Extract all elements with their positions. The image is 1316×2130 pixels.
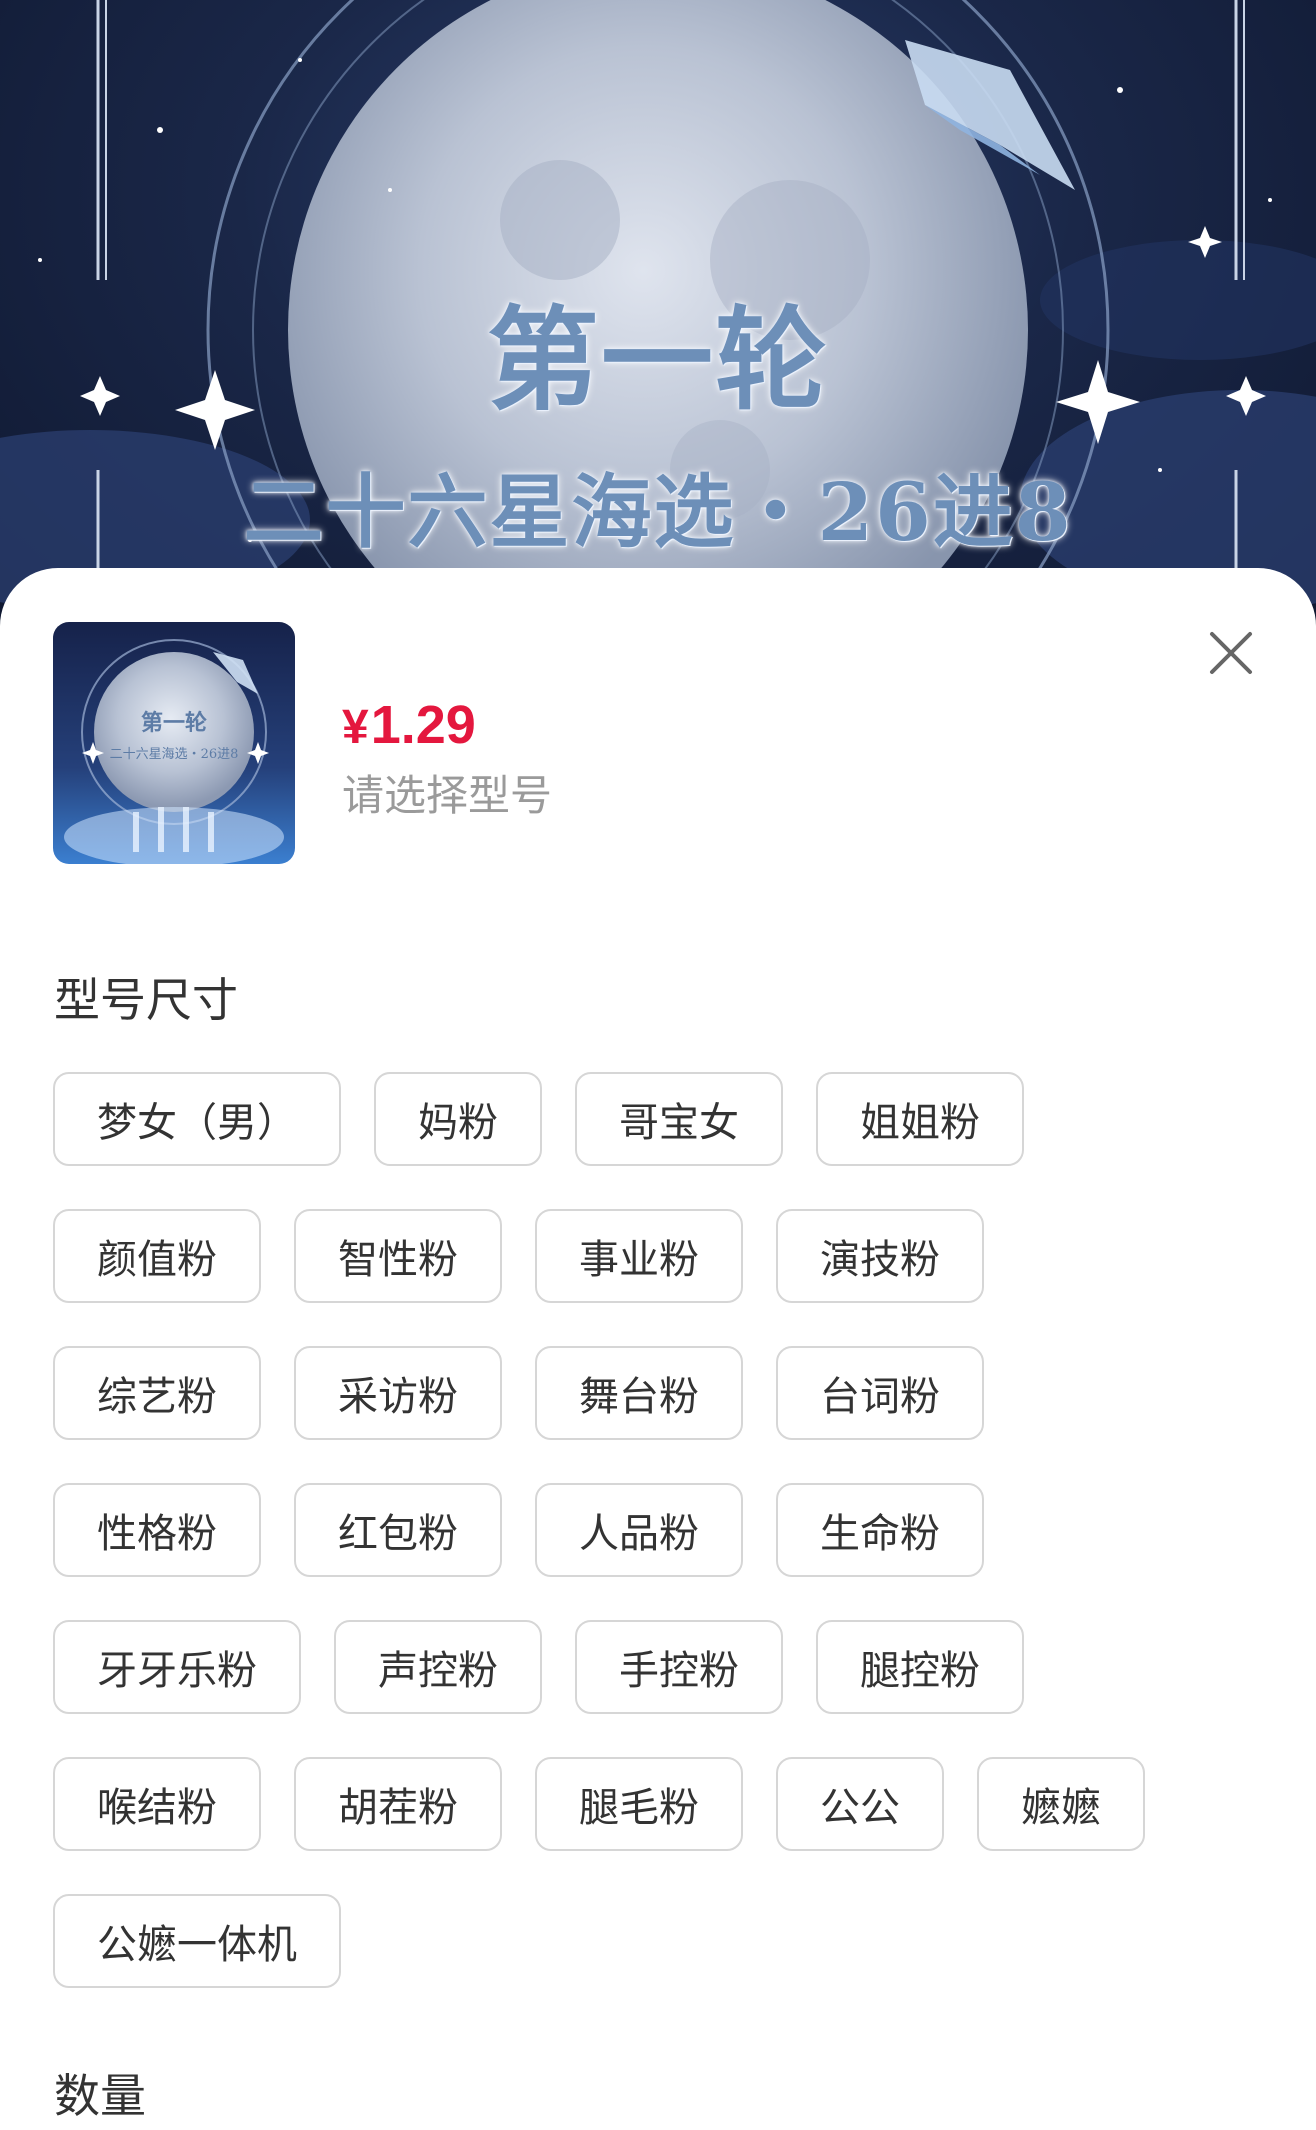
model-option[interactable]: 性格粉 <box>53 1483 261 1577</box>
model-option[interactable]: 手控粉 <box>575 1620 783 1714</box>
model-option[interactable]: 腿控粉 <box>816 1620 1024 1714</box>
model-option[interactable]: 颜值粉 <box>53 1209 261 1303</box>
model-option[interactable]: 胡茬粉 <box>294 1757 502 1851</box>
model-options: 梦女（男） 妈粉 哥宝女 姐姐粉 颜值粉 智性粉 事业粉 演技粉 综艺粉 采访粉 舞台粉 台词粉 性格粉… <box>53 1072 1263 2031</box>
option-row: 综艺粉 采访粉 舞台粉 台词粉 <box>53 1346 1263 1440</box>
model-section-title: 型号尺寸 <box>54 973 238 1027</box>
thumbnail-title: 第一轮 <box>141 710 207 736</box>
option-row: 牙牙乐粉 声控粉 手控粉 腿控粉 <box>53 1620 1263 1714</box>
model-option[interactable]: 台词粉 <box>776 1346 984 1440</box>
select-model-hint: 请选择型号 <box>342 771 553 820</box>
hero-title: 第一轮 <box>487 295 829 426</box>
option-row: 梦女（男） 妈粉 哥宝女 姐姐粉 <box>53 1072 1263 1166</box>
model-option[interactable]: 事业粉 <box>535 1209 743 1303</box>
model-option[interactable]: 声控粉 <box>334 1620 542 1714</box>
option-row: 喉结粉 胡茬粉 腿毛粉 公公 嬷嬷 <box>53 1757 1263 1851</box>
model-option[interactable]: 哥宝女 <box>575 1072 783 1166</box>
close-button[interactable] <box>1206 628 1256 678</box>
model-option[interactable]: 综艺粉 <box>53 1346 261 1440</box>
model-option[interactable]: 姐姐粉 <box>816 1072 1024 1166</box>
model-option[interactable]: 人品粉 <box>535 1483 743 1577</box>
option-row: 性格粉 红包粉 人品粉 生命粉 <box>53 1483 1263 1577</box>
price: ¥1.29 <box>342 692 476 761</box>
model-option[interactable]: 公嬷一体机 <box>53 1894 341 1988</box>
model-option[interactable]: 喉结粉 <box>53 1757 261 1851</box>
thumbnail-subtitle: 二十六星海选・26进8 <box>110 747 239 762</box>
model-option[interactable]: 舞台粉 <box>535 1346 743 1440</box>
model-option[interactable]: 演技粉 <box>776 1209 984 1303</box>
hero-banner: 第一轮 二十六星海选・26进8 <box>0 0 1316 640</box>
quantity-section-title: 数量 <box>54 2069 146 2123</box>
model-option[interactable]: 牙牙乐粉 <box>53 1620 301 1714</box>
model-option[interactable]: 公公 <box>776 1757 944 1851</box>
close-icon <box>1210 632 1252 674</box>
currency-symbol: ¥ <box>342 701 369 754</box>
model-option[interactable]: 智性粉 <box>294 1209 502 1303</box>
model-option[interactable]: 生命粉 <box>776 1483 984 1577</box>
model-option[interactable]: 嬷嬷 <box>977 1757 1145 1851</box>
option-row: 公嬷一体机 <box>53 1894 1263 1988</box>
price-value: 1.29 <box>370 695 476 755</box>
thumbnail-artwork: 第一轮 二十六星海选・26进8 <box>64 639 284 864</box>
hero-subtitle: 二十六星海选・26进8 <box>243 465 1073 559</box>
model-option[interactable]: 红包粉 <box>294 1483 502 1577</box>
option-row: 颜值粉 智性粉 事业粉 演技粉 <box>53 1209 1263 1303</box>
model-option[interactable]: 梦女（男） <box>53 1072 341 1166</box>
model-option[interactable]: 腿毛粉 <box>535 1757 743 1851</box>
product-thumbnail: 第一轮 二十六星海选・26进8 <box>53 622 295 864</box>
model-option[interactable]: 妈粉 <box>374 1072 542 1166</box>
model-option[interactable]: 采访粉 <box>294 1346 502 1440</box>
